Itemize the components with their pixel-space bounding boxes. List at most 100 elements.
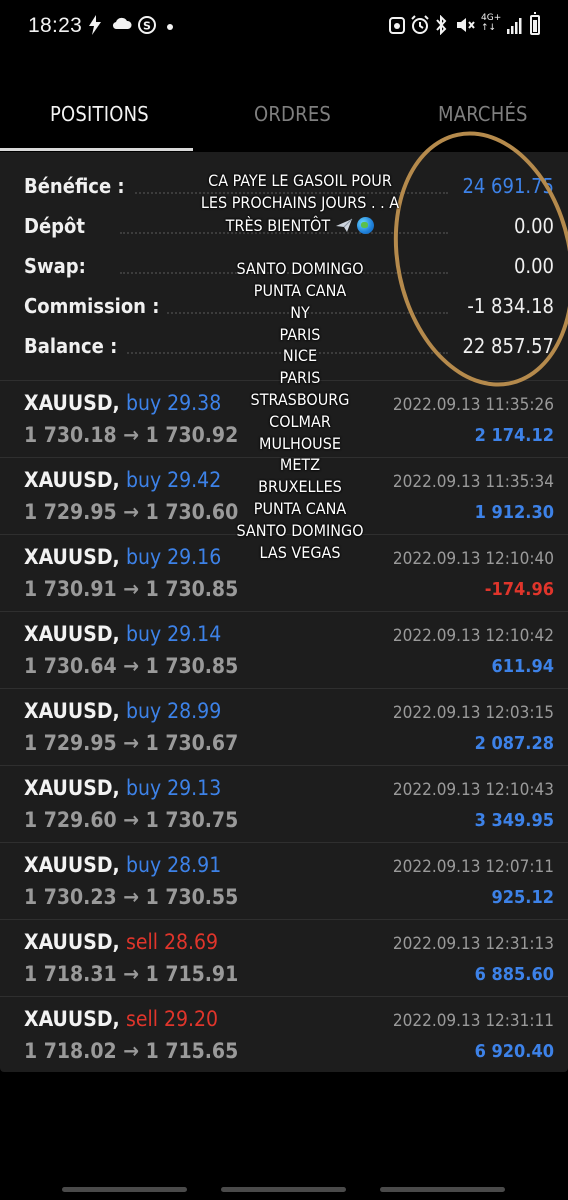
- position-time: 2022.09.13 12:10:42: [392, 626, 554, 646]
- position-prices: 1 718.02 → 1 715.65: [24, 1039, 239, 1063]
- position-row[interactable]: XAUUSD, sell 28.69 1 718.31 → 1 715.91 2…: [0, 919, 568, 996]
- nav-home-handle[interactable]: [221, 1187, 346, 1192]
- trading-app-screen: 18:23 S 4G+ ↑↓ POSITIONS ORDRES MARCHÉS …: [0, 0, 568, 1200]
- position-side-volume: sell 29.20: [126, 1007, 219, 1031]
- position-symbol: XAUUSD,: [24, 622, 120, 646]
- position-prices: 1 730.64 → 1 730.85: [24, 654, 239, 678]
- commission-value: -1 834.18: [459, 294, 554, 318]
- status-time: 18:23: [28, 14, 83, 37]
- position-time: 2022.09.13 12:31:11: [392, 1011, 554, 1031]
- network-type-text: 4G+: [481, 13, 502, 23]
- profit-label: Bénéfice :: [24, 174, 133, 198]
- nav-recent-apps-handle[interactable]: [62, 1187, 187, 1192]
- flash-icon: [88, 15, 102, 40]
- positions-list: XAUUSD, buy 29.38 1 730.18 → 1 730.92 20…: [0, 380, 568, 1073]
- position-profit: 1 912.30: [474, 502, 554, 523]
- position-prices: 1 729.95 → 1 730.60: [24, 500, 239, 524]
- summary-row-deposit: Dépôt 0.00: [0, 206, 568, 246]
- position-row[interactable]: XAUUSD, buy 29.42 1 729.95 → 1 730.60 20…: [0, 457, 568, 534]
- profit-value: 24 691.75: [454, 174, 554, 198]
- svg-text:S: S: [143, 20, 151, 33]
- mute-icon: [455, 15, 475, 40]
- position-symbol: XAUUSD,: [24, 468, 120, 492]
- position-prices: 1 730.23 → 1 730.55: [24, 885, 239, 909]
- position-row[interactable]: XAUUSD, buy 28.99 1 729.95 → 1 730.67 20…: [0, 688, 568, 765]
- position-row[interactable]: XAUUSD, sell 29.20 1 718.02 → 1 715.65 2…: [0, 996, 568, 1073]
- position-time: 2022.09.13 11:35:34: [392, 472, 554, 492]
- dotted-leader: [120, 352, 448, 354]
- tab-orders[interactable]: ORDRES: [254, 102, 331, 126]
- balance-label: Balance :: [24, 334, 126, 358]
- position-symbol: XAUUSD,: [24, 391, 120, 415]
- position-symbol: XAUUSD,: [24, 930, 120, 954]
- deposit-value: 0.00: [505, 214, 554, 238]
- balance-value: 22 857.57: [454, 334, 554, 358]
- positions-panel: Bénéfice : 24 691.75 Dépôt 0.00 Swap: 0.…: [0, 152, 568, 1072]
- position-side-volume: buy 29.14: [126, 622, 222, 646]
- position-profit: -174.96: [484, 579, 554, 600]
- network-type-label: 4G+ ↑↓: [481, 13, 501, 33]
- summary-row-commission: Commission : -1 834.18: [0, 286, 568, 326]
- account-summary: Bénéfice : 24 691.75 Dépôt 0.00 Swap: 0.…: [0, 152, 568, 380]
- summary-row-swap: Swap: 0.00: [0, 246, 568, 286]
- position-row[interactable]: XAUUSD, buy 29.38 1 730.18 → 1 730.92 20…: [0, 380, 568, 457]
- position-side-volume: buy 29.38: [126, 391, 222, 415]
- tab-bar: POSITIONS ORDRES MARCHÉS: [0, 86, 568, 152]
- network-activity-text: ↑↓: [481, 23, 497, 33]
- tab-positions[interactable]: POSITIONS: [50, 102, 149, 126]
- position-symbol: XAUUSD,: [24, 853, 120, 877]
- swap-label: Swap:: [24, 254, 94, 278]
- position-prices: 1 730.18 → 1 730.92: [24, 423, 239, 447]
- navigation-bar: [0, 1170, 568, 1200]
- position-symbol: XAUUSD,: [24, 699, 120, 723]
- alarm-icon: [410, 15, 430, 40]
- position-side-volume: buy 28.99: [126, 699, 222, 723]
- dotted-leader: [120, 192, 448, 194]
- position-side-volume: buy 28.91: [126, 853, 222, 877]
- position-side-volume: sell 28.69: [126, 930, 219, 954]
- position-prices: 1 718.31 → 1 715.91: [24, 962, 239, 986]
- battery-icon: [530, 12, 540, 35]
- position-profit: 2 087.28: [474, 733, 554, 754]
- position-row[interactable]: XAUUSD, buy 28.91 1 730.23 → 1 730.55 20…: [0, 842, 568, 919]
- position-symbol: XAUUSD,: [24, 545, 120, 569]
- position-profit: 2 174.12: [474, 425, 554, 446]
- position-profit: 3 349.95: [474, 810, 554, 831]
- position-time: 2022.09.13 12:31:13: [392, 934, 554, 954]
- position-row[interactable]: XAUUSD, buy 29.16 1 730.91 → 1 730.85 20…: [0, 534, 568, 611]
- position-prices: 1 730.91 → 1 730.85: [24, 577, 239, 601]
- position-prices: 1 729.60 → 1 730.75: [24, 808, 239, 832]
- position-time: 2022.09.13 12:03:15: [392, 703, 554, 723]
- swap-value: 0.00: [505, 254, 554, 278]
- position-symbol: XAUUSD,: [24, 1007, 120, 1031]
- summary-row-balance: Balance : 22 857.57: [0, 326, 568, 366]
- position-profit: 6 885.60: [474, 964, 554, 985]
- position-time: 2022.09.13 11:35:26: [392, 395, 554, 415]
- active-tab-indicator: [0, 148, 193, 151]
- position-row[interactable]: XAUUSD, buy 29.14 1 730.64 → 1 730.85 20…: [0, 611, 568, 688]
- tab-markets[interactable]: MARCHÉS: [438, 102, 528, 126]
- dotted-leader: [120, 232, 448, 234]
- position-side-volume: buy 29.42: [126, 468, 222, 492]
- position-prices: 1 729.95 → 1 730.67: [24, 731, 239, 755]
- position-profit: 925.12: [491, 887, 555, 908]
- position-time: 2022.09.13 12:10:43: [392, 780, 554, 800]
- position-time: 2022.09.13 12:10:40: [392, 549, 554, 569]
- position-symbol: XAUUSD,: [24, 776, 120, 800]
- deposit-label: Dépôt: [24, 214, 93, 238]
- position-side-volume: buy 29.16: [126, 545, 222, 569]
- position-row[interactable]: XAUUSD, buy 29.13 1 729.60 → 1 730.75 20…: [0, 765, 568, 842]
- dotted-leader: [120, 312, 448, 314]
- notification-dot-icon: [167, 24, 173, 30]
- position-profit: 611.94: [491, 656, 555, 677]
- cloud-icon: [112, 15, 132, 36]
- position-time: 2022.09.13 12:07:11: [392, 857, 554, 877]
- summary-row-profit: Bénéfice : 24 691.75: [0, 166, 568, 206]
- alarm-clock-icon: [388, 15, 406, 40]
- position-profit: 6 920.40: [474, 1041, 554, 1062]
- bluetooth-icon: [434, 14, 448, 40]
- status-bar: 18:23 S 4G+ ↑↓: [0, 0, 568, 54]
- commission-label: Commission :: [24, 294, 168, 318]
- skype-icon: S: [137, 15, 157, 40]
- nav-back-handle[interactable]: [380, 1187, 505, 1192]
